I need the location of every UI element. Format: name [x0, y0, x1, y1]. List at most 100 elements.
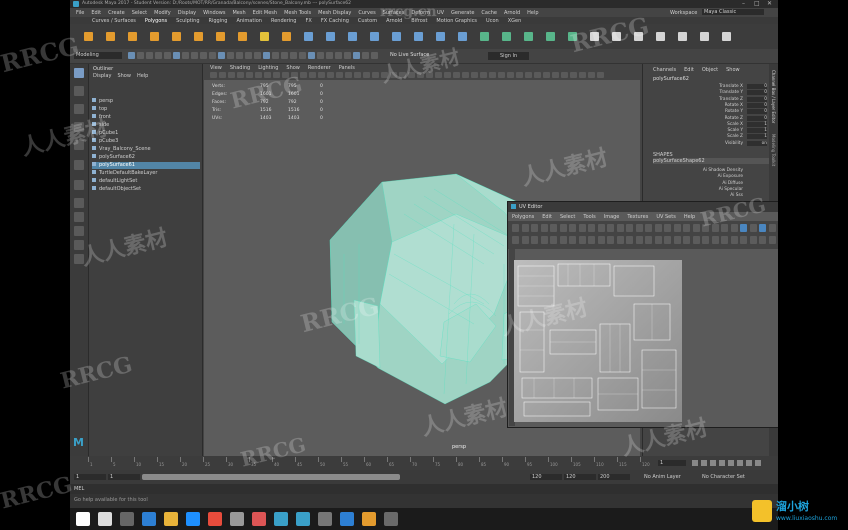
channel-attr-value[interactable]: 0 [747, 109, 767, 115]
uv-tool-icon[interactable] [521, 224, 529, 232]
shelf-tool-icon[interactable] [150, 32, 159, 41]
uv-tool-icon[interactable] [578, 224, 586, 232]
outliner-item[interactable]: side [92, 122, 200, 129]
outliner-item[interactable]: defaultObjectSet [92, 186, 200, 193]
uv-tool-icon[interactable] [512, 224, 519, 232]
status-tool-icon[interactable] [200, 52, 207, 59]
outliner-item[interactable]: persp [92, 98, 200, 105]
uv-tool-icon[interactable] [673, 236, 681, 244]
shelf-tool-icon[interactable] [656, 32, 665, 41]
menu-cache[interactable]: Cache [481, 10, 497, 16]
shelf-tool-icon[interactable] [260, 32, 269, 41]
taskbar-app-icon[interactable] [98, 512, 112, 526]
uv-tool-icon[interactable] [531, 224, 538, 232]
status-tool-icon[interactable] [317, 52, 324, 59]
uv-tool-icon[interactable] [740, 236, 747, 244]
menu-uv[interactable]: UV [437, 10, 444, 16]
tool-icon[interactable] [74, 104, 84, 114]
uv-tool-icon[interactable] [512, 236, 519, 244]
uv-menu-textures[interactable]: Textures [627, 214, 648, 220]
side-tab-modeling-toolkit[interactable]: Modeling Toolkit [771, 134, 776, 166]
status-tool-icon[interactable] [146, 52, 153, 59]
status-tool-icon[interactable] [299, 52, 306, 59]
uv-tool-icon[interactable] [673, 224, 681, 232]
range-start-field[interactable]: 1 [74, 474, 106, 480]
outliner-menu-display[interactable]: Display [93, 73, 111, 79]
channel-attr-value[interactable]: 1 [747, 134, 767, 140]
uv-menu-select[interactable]: Select [560, 214, 575, 220]
status-tool-icon[interactable] [263, 52, 270, 59]
shelf-tool-icon[interactable] [106, 32, 115, 41]
shelf-tool-icon[interactable] [502, 32, 511, 41]
uv-tool-icon[interactable] [721, 236, 728, 244]
menu-arnold[interactable]: Arnold [504, 10, 520, 16]
play-icon[interactable] [728, 460, 734, 466]
channel-attr-name[interactable]: Translate X [703, 84, 743, 89]
uv-tool-icon[interactable] [540, 224, 548, 232]
taskbar-app-icon[interactable] [142, 512, 156, 526]
channel-attr-name[interactable]: Translate Z [703, 97, 743, 102]
channel-menu-show[interactable]: Show [726, 67, 740, 73]
workspace-select[interactable]: Maya Classic [702, 9, 764, 15]
range-end-inner-field[interactable]: 120 [530, 474, 562, 480]
menu-mesh-tools[interactable]: Mesh Tools [284, 10, 311, 16]
shelf-tool-icon[interactable] [414, 32, 423, 41]
channel-attr-value[interactable]: 0 [747, 102, 767, 108]
outliner-item[interactable]: polySurface61 [92, 162, 200, 169]
taskbar-app-icon[interactable] [362, 512, 376, 526]
uv-menu-image[interactable]: Image [604, 214, 620, 220]
uv-tool-icon[interactable] [550, 236, 557, 244]
range-start-inner-field[interactable]: 1 [108, 474, 140, 480]
channel-menu-object[interactable]: Object [702, 67, 718, 73]
channel-attr-name[interactable]: Scale Y [703, 128, 743, 133]
uv-tool-icon[interactable] [759, 224, 766, 232]
shelf-tool-icon[interactable] [326, 32, 335, 41]
uv-tool-icon[interactable] [616, 236, 624, 244]
uv-tool-icon[interactable] [569, 236, 576, 244]
shelf-tool-icon[interactable] [700, 32, 709, 41]
outliner-item[interactable]: front [92, 114, 200, 121]
uv-tool-icon[interactable] [626, 224, 633, 232]
status-tool-icon[interactable] [236, 52, 243, 59]
taskbar-app-icon[interactable] [340, 512, 354, 526]
menu-display[interactable]: Display [178, 10, 196, 16]
taskbar-app-icon[interactable] [296, 512, 310, 526]
time-slider[interactable]: 1 5 10 15 20 25 30 35 40 45 50 55 60 65 70 75 80 85 90 95 10… [70, 456, 778, 470]
uv-tool-icon[interactable] [702, 236, 709, 244]
taskbar-app-icon[interactable] [318, 512, 332, 526]
uv-tool-icon[interactable] [635, 236, 643, 244]
uv-tool-icon[interactable] [683, 236, 690, 244]
tool-icon[interactable] [74, 160, 84, 170]
command-line[interactable]: MEL [70, 484, 778, 494]
shelf-tool-icon[interactable] [370, 32, 379, 41]
shelf-tool-icon[interactable] [282, 32, 291, 41]
shelf-tool-icon[interactable] [216, 32, 225, 41]
uv-menu-polygons[interactable]: Polygons [512, 214, 534, 220]
menu-mesh-display[interactable]: Mesh Display [318, 10, 351, 16]
maximize-button[interactable]: □ [754, 0, 760, 7]
status-tool-icon[interactable] [254, 52, 261, 59]
shelf-tool-icon[interactable] [194, 32, 203, 41]
uv-tool-icon[interactable] [559, 236, 567, 244]
prev-key-icon[interactable] [710, 460, 716, 466]
tool-icon[interactable] [74, 226, 84, 236]
shelf-tool-icon[interactable] [546, 32, 555, 41]
uv-tool-icon[interactable] [521, 236, 529, 244]
status-tool-icon[interactable] [218, 52, 225, 59]
status-tool-icon[interactable] [335, 52, 342, 59]
status-tool-icon[interactable] [272, 52, 279, 59]
outliner-menu-show[interactable]: Show [117, 73, 131, 79]
skip-start-icon[interactable] [692, 460, 698, 466]
shelf-tool-icon[interactable] [480, 32, 489, 41]
status-tool-icon[interactable] [353, 52, 360, 59]
step-forward-icon[interactable] [746, 460, 752, 466]
menu-select[interactable]: Select [132, 10, 147, 16]
minimize-button[interactable]: – [742, 0, 745, 7]
taskbar-app-icon[interactable] [76, 512, 90, 526]
menu-edit-mesh[interactable]: Edit Mesh [253, 10, 277, 16]
tool-icon[interactable] [74, 86, 84, 96]
uv-tool-icon[interactable] [749, 224, 757, 232]
uv-tool-icon[interactable] [550, 224, 557, 232]
uv-tool-icon[interactable] [588, 224, 595, 232]
shelf-tool-icon[interactable] [172, 32, 181, 41]
